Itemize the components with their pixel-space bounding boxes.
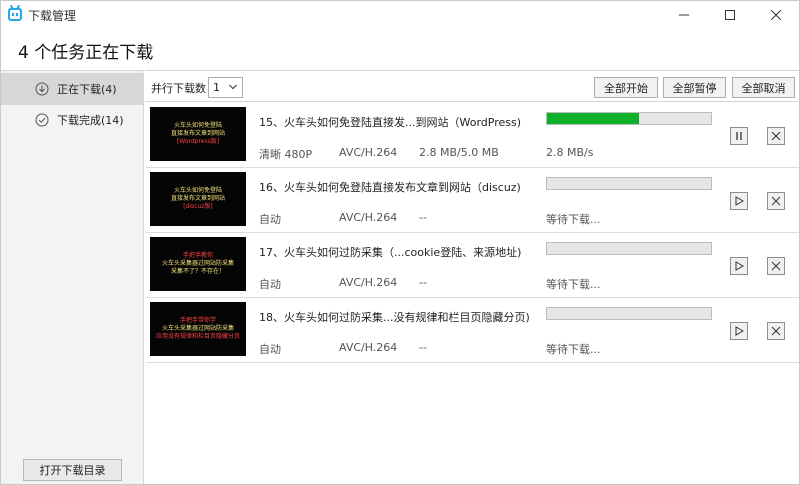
sidebar-item-completed[interactable]: 下载完成(14) bbox=[1, 104, 143, 136]
pause-icon bbox=[736, 132, 742, 140]
download-circle-icon bbox=[35, 82, 49, 96]
task-quality: 自动 bbox=[259, 343, 281, 356]
window-title: 下载管理 bbox=[28, 9, 77, 23]
task-codec: AVC/H.264 bbox=[339, 211, 398, 224]
close-button[interactable] bbox=[753, 1, 799, 29]
video-thumbnail: 火车头如何免登陆 直接发布文章到网站 [discuz版] bbox=[150, 172, 246, 226]
check-circle-icon bbox=[35, 113, 49, 127]
close-icon bbox=[771, 326, 781, 336]
task-codec: AVC/H.264 bbox=[339, 146, 398, 159]
download-manager-window: 下载管理 4 个任务正在下载 正在下载(4) 下载完成(14) 打开下载目录 并… bbox=[0, 0, 800, 485]
video-thumbnail: 手把手教你 火车头采集器过网站防采集 采集不了？不存在！ bbox=[150, 237, 246, 291]
task-status: 等待下载... bbox=[546, 343, 601, 356]
progress-bar bbox=[546, 112, 712, 125]
sidebar-item-downloading[interactable]: 正在下载(4) bbox=[1, 73, 143, 105]
page-heading: 4 个任务正在下载 bbox=[18, 43, 154, 63]
pause-all-button[interactable]: 全部暂停 bbox=[663, 77, 726, 98]
chevron-down-icon bbox=[229, 84, 237, 90]
close-icon bbox=[771, 261, 781, 271]
task-status: 等待下载... bbox=[546, 213, 601, 226]
task-quality: 自动 bbox=[259, 278, 281, 291]
task-title: 17、火车头如何过防采集（...cookie登陆、来源地址) bbox=[259, 246, 522, 259]
task-status: 等待下载... bbox=[546, 278, 601, 291]
sidebar-item-label: 正在下载(4) bbox=[57, 83, 117, 96]
task-title: 18、火车头如何过防采集...没有规律和栏目页隐藏分页) bbox=[259, 311, 530, 324]
task-size: -- bbox=[419, 211, 427, 224]
pause-button[interactable] bbox=[730, 127, 748, 145]
start-button[interactable] bbox=[730, 322, 748, 340]
progress-bar bbox=[546, 307, 712, 320]
task-title: 16、火车头如何免登陆直接发布文章到网站（discuz) bbox=[259, 181, 521, 194]
parallel-downloads-select[interactable]: 1 bbox=[208, 77, 243, 98]
close-icon bbox=[771, 10, 781, 20]
task-row: 火车头如何免登陆 直接发布文章到网站 [discuz版] 16、火车头如何免登陆… bbox=[146, 168, 799, 233]
task-codec: AVC/H.264 bbox=[339, 276, 398, 289]
parallel-downloads-value: 1 bbox=[213, 81, 220, 94]
start-button[interactable] bbox=[730, 192, 748, 210]
play-icon bbox=[735, 261, 744, 271]
task-row: 火车头如何免登陆 直接发布文章到网站 [Wordpress版] 15、火车头如何… bbox=[146, 103, 799, 168]
progress-bar bbox=[546, 242, 712, 255]
maximize-button[interactable] bbox=[707, 1, 753, 29]
open-download-folder-button[interactable]: 打开下载目录 bbox=[23, 459, 122, 481]
play-icon bbox=[735, 196, 744, 206]
video-thumbnail: 火车头如何免登陆 直接发布文章到网站 [Wordpress版] bbox=[150, 107, 246, 161]
close-icon bbox=[771, 131, 781, 141]
task-quality: 自动 bbox=[259, 213, 281, 226]
title-bar[interactable]: 下载管理 bbox=[1, 1, 799, 29]
progress-fill bbox=[547, 113, 639, 124]
cancel-all-button[interactable]: 全部取消 bbox=[732, 77, 795, 98]
app-tv-icon bbox=[8, 8, 22, 21]
maximize-icon bbox=[725, 10, 735, 20]
cancel-task-button[interactable] bbox=[767, 322, 785, 340]
task-row: 手把手带你学 火车头采集器过网站防采集 应用没有规律和栏目页隐藏分页 18、火车… bbox=[146, 298, 799, 363]
cancel-task-button[interactable] bbox=[767, 127, 785, 145]
cancel-task-button[interactable] bbox=[767, 192, 785, 210]
start-all-button[interactable]: 全部开始 bbox=[594, 77, 658, 98]
video-thumbnail: 手把手带你学 火车头采集器过网站防采集 应用没有规律和栏目页隐藏分页 bbox=[150, 302, 246, 356]
task-size: 2.8 MB/5.0 MB bbox=[419, 146, 499, 159]
play-icon bbox=[735, 326, 744, 336]
sidebar: 正在下载(4) 下载完成(14) 打开下载目录 bbox=[1, 70, 144, 484]
parallel-downloads-label: 并行下载数 bbox=[151, 82, 206, 95]
minimize-icon bbox=[679, 14, 689, 16]
close-icon bbox=[771, 196, 781, 206]
progress-bar bbox=[546, 177, 712, 190]
task-row: 手把手教你 火车头采集器过网站防采集 采集不了？不存在！ 17、火车头如何过防采… bbox=[146, 233, 799, 298]
task-size: -- bbox=[419, 341, 427, 354]
task-quality: 清晰 480P bbox=[259, 148, 313, 161]
start-button[interactable] bbox=[730, 257, 748, 275]
task-codec: AVC/H.264 bbox=[339, 341, 398, 354]
minimize-button[interactable] bbox=[661, 1, 707, 29]
toolbar: 并行下载数 1 全部开始 全部暂停 全部取消 bbox=[145, 70, 799, 102]
task-size: -- bbox=[419, 276, 427, 289]
task-status: 2.8 MB/s bbox=[546, 146, 594, 159]
cancel-task-button[interactable] bbox=[767, 257, 785, 275]
task-title: 15、火车头如何免登陆直接发...到网站（WordPress) bbox=[259, 116, 522, 129]
sidebar-item-label: 下载完成(14) bbox=[57, 114, 124, 127]
